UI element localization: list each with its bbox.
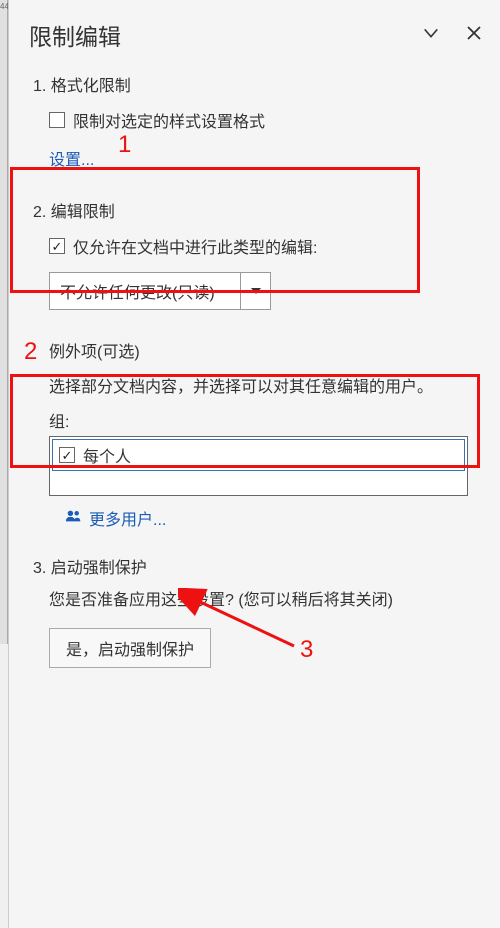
more-users-label: 更多用户...: [89, 506, 166, 530]
section3-title: 3. 启动强制保护: [33, 554, 476, 578]
restrict-editing-panel: 限制编辑 1. 格式化限制 限制对选定的样式设置格式 设置... 2. 编辑限制: [8, 0, 500, 928]
checkbox-checked-icon: [59, 447, 75, 463]
ruler-edge: 44: [0, 0, 8, 644]
group-everyone-label: 每个人: [83, 443, 131, 467]
section-editing: 2. 编辑限制 仅允许在文档中进行此类型的编辑: 不允许任何更改(只读): [9, 180, 500, 320]
restrict-formatting-checkbox[interactable]: 限制对选定的样式设置格式: [49, 108, 476, 132]
allow-editing-checkbox[interactable]: 仅允许在文档中进行此类型的编辑:: [49, 234, 476, 258]
checkbox-checked-icon: [49, 238, 65, 254]
users-icon: [65, 509, 83, 528]
section-enforce: 3. 启动强制保护 您是否准备应用这些设置? (您可以稍后将其关闭) 是，启动强…: [9, 530, 500, 678]
more-users-link[interactable]: 更多用户...: [65, 506, 476, 530]
checkbox-label: 限制对选定的样式设置格式: [73, 108, 265, 132]
section1-title: 1. 格式化限制: [33, 72, 476, 96]
section2-title: 2. 编辑限制: [33, 198, 476, 222]
exceptions-title: 例外项(可选): [49, 338, 476, 362]
enforce-desc: 您是否准备应用这些设置? (您可以稍后将其关闭): [49, 590, 476, 612]
editing-type-dropdown[interactable]: 不允许任何更改(只读): [49, 272, 271, 310]
groups-listbox[interactable]: 每个人: [49, 436, 468, 496]
group-label: 组:: [49, 408, 476, 432]
header-controls: [422, 24, 482, 47]
dropdown-selected: 不允许任何更改(只读): [50, 273, 240, 309]
section-formatting: 1. 格式化限制 限制对选定的样式设置格式 设置...: [9, 66, 500, 180]
panel-header: 限制编辑: [9, 0, 500, 66]
panel-title: 限制编辑: [29, 18, 121, 52]
exceptions-block: 例外项(可选) 选择部分文档内容，并选择可以对其任意编辑的用户。 组: 每个人 …: [9, 338, 500, 530]
start-enforce-button[interactable]: 是，启动强制保护: [49, 628, 211, 668]
formatting-settings-link[interactable]: 设置...: [49, 152, 94, 169]
checkbox-icon: [49, 112, 65, 128]
dropdown-arrow-icon: [240, 273, 270, 309]
checkbox-label: 仅允许在文档中进行此类型的编辑:: [73, 234, 317, 258]
group-everyone-row[interactable]: 每个人: [52, 439, 465, 471]
chevron-down-icon[interactable]: [422, 24, 440, 47]
close-icon[interactable]: [466, 25, 482, 46]
exceptions-desc: 选择部分文档内容，并选择可以对其任意编辑的用户。: [49, 376, 476, 400]
